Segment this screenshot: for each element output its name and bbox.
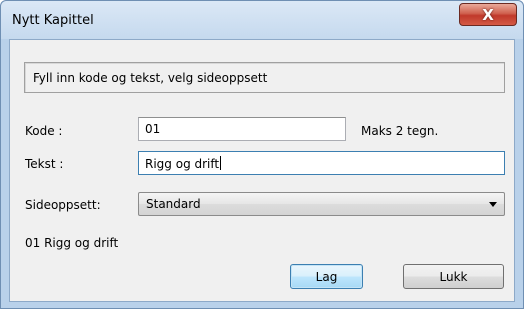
- lag-button-label: Lag: [315, 269, 338, 284]
- kode-label: Kode :: [25, 124, 63, 138]
- tekst-value: Rigg og drift: [145, 157, 220, 171]
- sideoppsett-label: Sideoppsett:: [25, 198, 101, 212]
- close-button[interactable]: X: [459, 3, 517, 26]
- kode-input[interactable]: 01: [138, 117, 346, 141]
- dialog-window: Nytt Kapittel X Fyll inn kode og tekst, …: [0, 0, 524, 309]
- instruction-text: Fyll inn kode og tekst, velg sideoppsett: [33, 71, 268, 85]
- sideoppsett-dropdown[interactable]: Standard: [138, 192, 505, 216]
- close-icon: X: [482, 5, 494, 24]
- text-caret: [220, 156, 222, 170]
- tekst-label: Tekst :: [25, 157, 64, 171]
- kode-hint: Maks 2 tegn.: [361, 124, 439, 138]
- window-title: Nytt Kapittel: [12, 13, 94, 28]
- instruction-panel: Fyll inn kode og tekst, velg sideoppsett: [24, 62, 505, 93]
- chevron-down-icon: [489, 202, 497, 207]
- lukk-button-label: Lukk: [439, 269, 468, 284]
- preview-text: 01 Rigg og drift: [25, 236, 119, 250]
- title-bar[interactable]: Nytt Kapittel X: [1, 1, 523, 39]
- lag-button[interactable]: Lag: [290, 264, 363, 289]
- sideoppsett-selected-value: Standard: [146, 197, 201, 211]
- dialog-body: Fyll inn kode og tekst, velg sideoppsett…: [9, 39, 515, 302]
- lukk-button[interactable]: Lukk: [403, 264, 504, 289]
- kode-value: 01: [145, 122, 161, 136]
- tekst-input[interactable]: Rigg og drift: [138, 151, 505, 175]
